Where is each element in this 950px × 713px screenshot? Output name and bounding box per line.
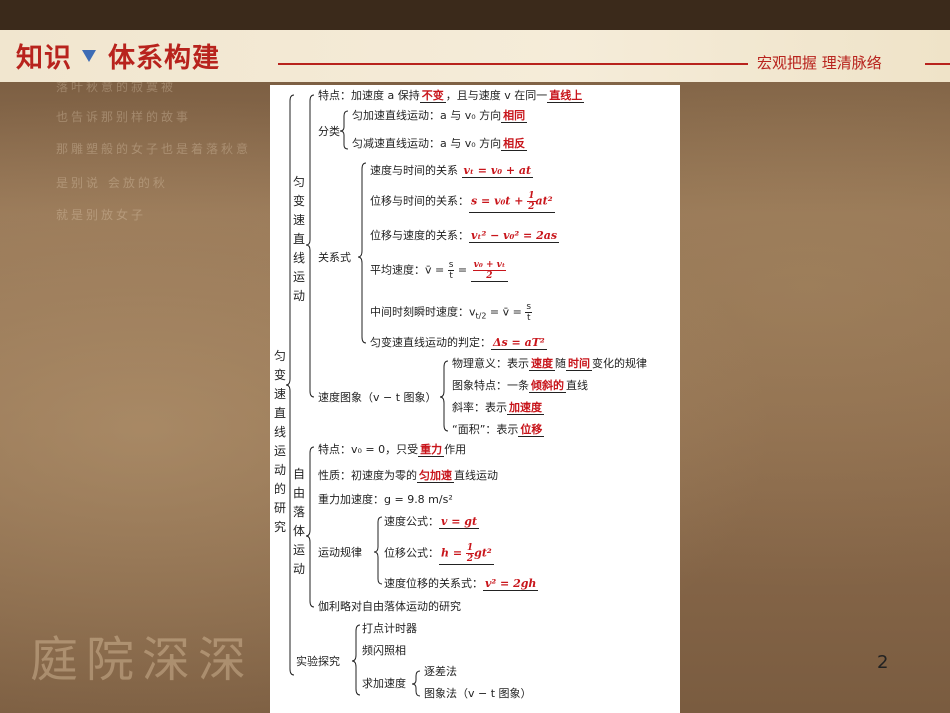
experiment-speed-diff: 逐差法 <box>424 665 457 678</box>
answer-blank: s = v₀t + 1 2 at² <box>469 191 555 213</box>
freefall-laws-label: 运动规律 <box>318 546 362 559</box>
answer-blank: v = gt <box>439 515 480 529</box>
relations-label: 关系式 <box>318 251 351 264</box>
answer-blank: v² = 2gh <box>483 577 539 591</box>
classification-label: 分类 <box>318 125 340 138</box>
vt-graph-feature: 图象特点：一条 倾斜的 直线 <box>452 379 588 393</box>
answer-blank: 位移 <box>518 423 545 437</box>
answer-blank: vₜ = v₀ + at <box>461 164 534 178</box>
section-title: 知识 体系构建 <box>16 36 220 75</box>
experiment-timer: 打点计时器 <box>362 622 417 635</box>
answer-blank: 倾斜的 <box>529 379 566 393</box>
uam-features: 特点：加速度 a 保持 不变 ，且与速度 v 在同一 直线上 <box>318 89 585 103</box>
header-divider-tail <box>925 63 950 65</box>
answer-blank: 不变 <box>419 89 446 103</box>
answer-blank: vₜ² − v₀² = 2as <box>469 229 560 243</box>
freefall-brace <box>305 446 315 608</box>
title-left: 知识 <box>16 43 72 74</box>
laws-brace <box>373 516 383 585</box>
relation-displacement-time: 位移与时间的关系： s = v₀t + 1 2 at² <box>370 191 555 213</box>
uam-label: 匀变速直线运动 <box>292 175 305 303</box>
answer-blank: 相同 <box>501 109 528 123</box>
relation-midpoint-velocity: 中间时刻瞬时速度：vt/2 = v̄ = st <box>370 302 533 323</box>
answer-blank: 相反 <box>501 137 528 151</box>
vt-graph-slope: 斜率：表示 加速度 <box>452 401 544 415</box>
experiment-speed-label: 求加速度 <box>362 677 406 690</box>
experiment-speed-graph: 图象法（v − t 图象） <box>424 687 532 700</box>
root-label: 匀变速直线运动的研究 <box>273 349 286 534</box>
page-number: 2 <box>877 652 889 673</box>
answer-blank: h = 1 2 gt² <box>439 543 494 565</box>
answer-blank: 时间 <box>566 357 592 371</box>
section-subtitle: 宏观把握 理清脉络 <box>757 54 882 72</box>
vt-graph-brace <box>439 360 449 432</box>
speed-brace <box>411 670 421 697</box>
relation-average-velocity: 平均速度：v̄ = st = v₀ + vₜ 2 <box>370 260 509 282</box>
experiment-flash: 频闪照相 <box>362 644 406 657</box>
relations-brace <box>357 162 367 344</box>
answer-blank: 加速度 <box>507 401 544 415</box>
knowledge-tree-panel: 匀变速直线运动的研究 匀变速直线运动 特点：加速度 a 保持 不变 ，且与速度 v … <box>270 85 680 713</box>
relation-displacement-velocity: 位移与速度的关系： vₜ² − v₀² = 2as <box>370 229 560 243</box>
answer-blank: 直线上 <box>547 89 585 103</box>
title-right: 体系构建 <box>108 43 220 74</box>
answer-blank: 匀加速 <box>417 469 454 483</box>
top-bar <box>0 0 950 30</box>
answer-blank: v₀ + vₜ 2 <box>470 260 509 282</box>
triangle-down-icon <box>82 49 96 62</box>
classification-decel: 匀减速直线运动：a 与 v₀ 方向 相反 <box>352 137 528 151</box>
freefall-nature: 性质：初速度为零的 匀加速 直线运动 <box>318 469 498 483</box>
uam-brace <box>305 94 315 398</box>
freefall-g: 重力加速度：g = 9.8 m/s² <box>318 493 453 506</box>
freefall-law-velocity: 速度公式： v = gt <box>384 515 480 529</box>
relation-judgement: 匀变速直线运动的判定： Δs = aT² <box>370 336 547 350</box>
freefall-law-velocity-displacement: 速度位移的关系式： v² = 2gh <box>384 577 539 591</box>
experiment-label: 实验探究 <box>296 655 340 668</box>
experiment-brace <box>351 624 361 696</box>
freefall-feature: 特点：v₀ = 0，只受 重力 作用 <box>318 443 467 457</box>
background-calligraphy: 庭院深深 <box>30 632 255 688</box>
freefall-galileo: 伽利略对自由落体运动的研究 <box>318 600 461 613</box>
classification-brace <box>339 110 349 150</box>
answer-blank: Δs = aT² <box>491 336 547 350</box>
freefall-label: 自由落体运动 <box>292 467 305 576</box>
vt-graph-meaning: 物理意义：表示 速度随时间 变化的规律 <box>452 357 647 371</box>
answer-blank: 重力 <box>418 443 445 457</box>
vt-graph-area: “面积”：表示 位移 <box>452 423 545 437</box>
vt-graph-label: 速度图象（v − t 图象） <box>318 391 437 404</box>
header-divider <box>278 63 748 65</box>
answer-blank: 速度 <box>529 357 555 371</box>
classification-accel: 匀加速直线运动：a 与 v₀ 方向 相同 <box>352 109 528 123</box>
relation-velocity-time: 速度与时间的关系 vₜ = v₀ + at <box>370 164 534 178</box>
freefall-law-displacement: 位移公式： h = 1 2 gt² <box>384 543 494 565</box>
